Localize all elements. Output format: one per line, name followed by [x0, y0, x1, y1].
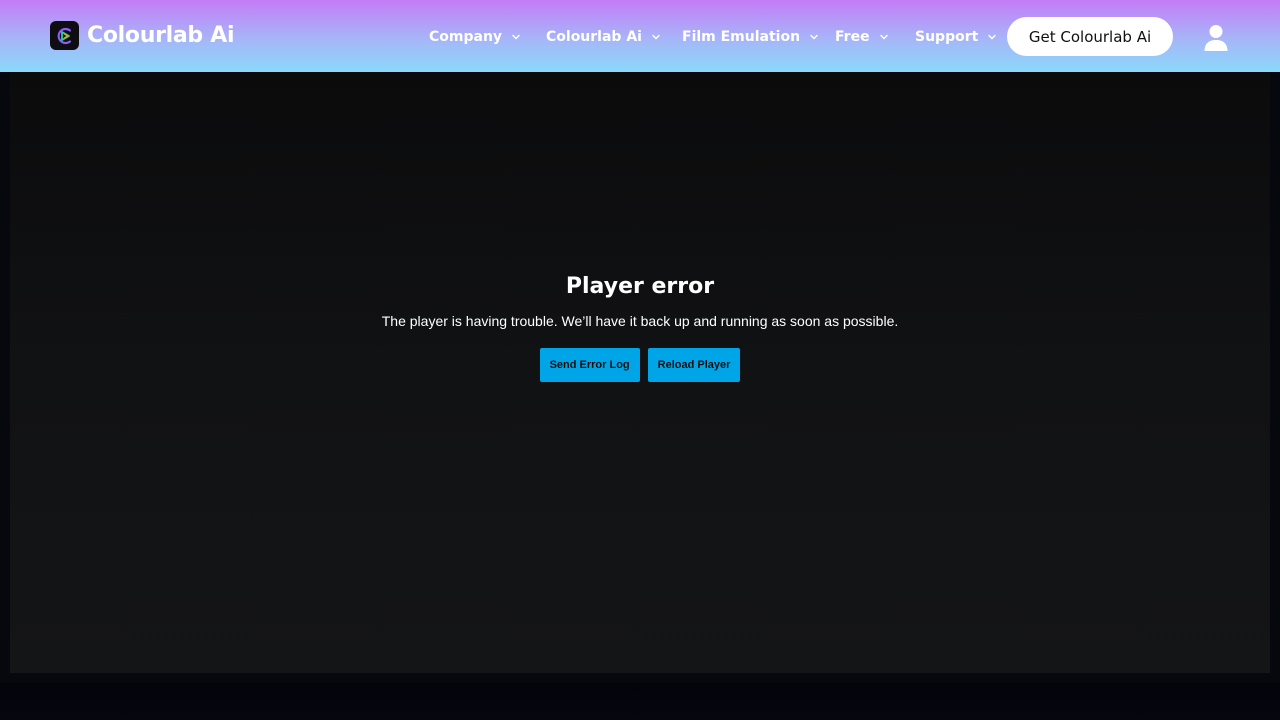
nav-support[interactable]: Support [915, 26, 997, 48]
get-colourlab-button[interactable]: Get Colourlab Ai [1007, 17, 1173, 56]
send-error-log-button[interactable]: Send Error Log [539, 348, 640, 382]
nav-label: Company [429, 29, 503, 45]
nav-free[interactable]: Free [835, 26, 889, 48]
error-message: The player is having trouble. We’ll have… [381, 313, 899, 329]
logo-text: Colourlab Ai [87, 23, 235, 48]
site-header: Colourlab Ai Company Colourlab Ai Film E… [0, 0, 1280, 72]
user-icon[interactable] [1203, 24, 1229, 52]
reload-player-button[interactable]: Reload Player [647, 348, 741, 382]
nav-company[interactable]: Company [429, 26, 521, 48]
chevron-down-icon [988, 34, 997, 40]
page-background-strip [0, 683, 1280, 720]
nav-label: Film Emulation [682, 29, 801, 45]
brand-logo[interactable]: Colourlab Ai [50, 21, 235, 50]
nav-label: Support [915, 29, 979, 45]
nav-label: Free [835, 29, 870, 45]
chevron-down-icon [810, 34, 818, 40]
error-actions: Send Error Log Reload Player [10, 348, 1270, 382]
nav-label: Colourlab Ai [546, 29, 642, 45]
video-player[interactable]: Player error The player is having troubl… [10, 72, 1270, 673]
nav-colourlab-ai[interactable]: Colourlab Ai [546, 26, 661, 48]
colourlab-logo-icon [50, 21, 79, 50]
error-title: Player error [565, 274, 715, 299]
nav-film-emulation[interactable]: Film Emulation [682, 26, 819, 48]
chevron-down-icon [652, 34, 660, 40]
chevron-down-icon [879, 34, 888, 40]
player-error-panel: Player error The player is having troubl… [10, 270, 1270, 382]
chevron-down-icon [512, 34, 520, 40]
